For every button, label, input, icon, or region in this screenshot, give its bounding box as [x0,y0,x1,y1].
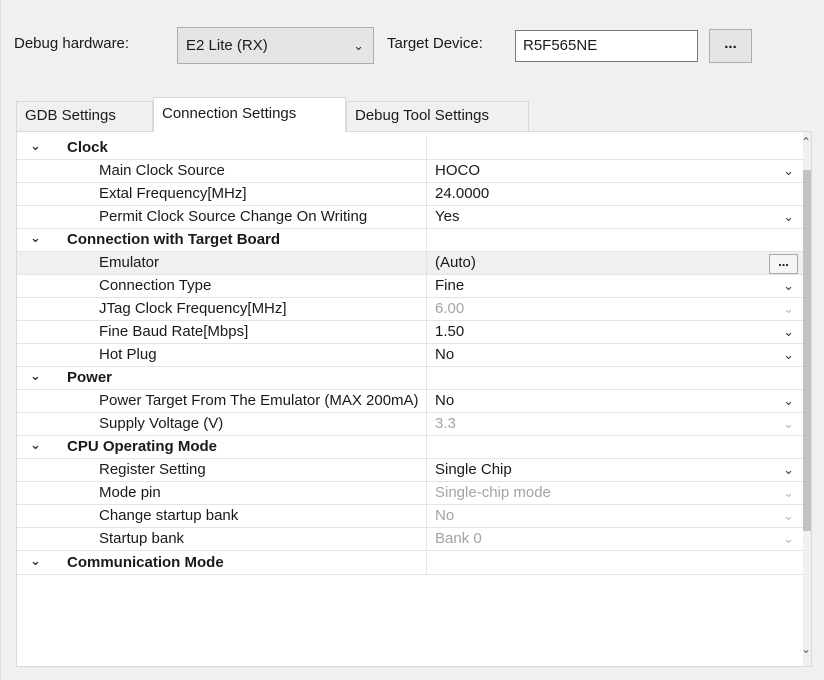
emulator-browse-button[interactable]: ... [769,254,798,274]
category-label: Clock [17,137,427,159]
property-row: Startup bank Bank 0 ⌄ [17,528,804,551]
category-communication-mode[interactable]: ⌄ Communication Mode [17,552,804,575]
property-value: 3.3 [435,415,456,432]
vertical-scrollbar[interactable]: ⌃ ⌄ [801,132,811,666]
chevron-down-icon[interactable]: ⌄ [783,390,794,412]
property-value[interactable]: 24.0000 [435,183,775,205]
target-device-label: Target Device: [387,35,483,52]
chevron-down-icon[interactable]: ⌄ [783,275,794,297]
property-row[interactable]: Emulator (Auto) ... [17,252,804,275]
property-value[interactable]: 1.50 [435,321,775,343]
property-value: Single-chip mode [435,484,551,501]
property-value[interactable]: Fine [435,275,775,297]
chevron-down-icon[interactable]: ⌄ [801,642,811,656]
tab-debug-tool-settings[interactable]: Debug Tool Settings [346,101,529,131]
property-value[interactable]: HOCO [435,160,775,182]
debug-hardware-select[interactable]: E2 Lite (RX) ⌄ [177,27,374,64]
property-row[interactable]: Extal Frequency[MHz] 24.0000 [17,183,804,206]
property-value[interactable]: (Auto) [435,252,775,274]
property-value[interactable]: No [435,344,775,366]
property-name: Emulator [17,252,427,274]
property-row[interactable]: Connection Type Fine ⌄ [17,275,804,298]
debug-hardware-label: Debug hardware: [14,35,130,52]
property-name: Supply Voltage (V) [17,413,427,435]
property-row[interactable]: Permit Clock Source Change On Writing Ye… [17,206,804,229]
category-power[interactable]: ⌄ Power [17,367,804,390]
property-row[interactable]: Fine Baud Rate[Mbps] 1.50 ⌄ [17,321,804,344]
chevron-down-icon: ⌄ [783,531,794,546]
target-device-field[interactable]: R5F565NE [515,30,698,62]
property-value[interactable]: Yes [435,206,775,228]
category-label: Connection with Target Board [17,229,427,251]
chevron-down-icon: ⌄ [783,301,794,316]
property-value: No [435,507,455,524]
chevron-down-icon[interactable]: ⌄ [783,459,794,481]
chevron-down-icon[interactable]: ⌄ [783,321,794,343]
property-name: JTag Clock Frequency[MHz] [17,298,427,320]
category-label: Communication Mode [17,552,427,574]
tab-gdb-settings[interactable]: GDB Settings [16,101,153,131]
property-name: Extal Frequency[MHz] [17,183,427,205]
chevron-down-icon[interactable]: ⌄ [783,344,794,366]
property-value: Bank 0 [435,530,482,547]
property-name: Register Setting [17,459,427,481]
property-row: JTag Clock Frequency[MHz] 6.00 ⌄ [17,298,804,321]
chevron-down-icon: ⌄ [353,38,364,53]
category-clock[interactable]: ⌄ Clock [17,137,804,160]
target-device-browse-button[interactable]: ... [709,29,752,63]
property-name: Hot Plug [17,344,427,366]
category-label: CPU Operating Mode [17,436,427,458]
property-row[interactable]: Hot Plug No ⌄ [17,344,804,367]
property-name: Connection Type [17,275,427,297]
chevron-down-icon: ⌄ [783,485,794,500]
property-grid: ⌄ Clock Main Clock Source HOCO ⌄ Extal F… [16,131,812,667]
property-row[interactable]: Register Setting Single Chip ⌄ [17,459,804,482]
chevron-up-icon[interactable]: ⌃ [801,135,811,149]
tab-connection-settings[interactable]: Connection Settings [153,97,346,132]
property-name: Power Target From The Emulator (MAX 200m… [17,390,427,412]
property-value[interactable]: Single Chip [435,459,775,481]
property-value[interactable]: No [435,390,775,412]
category-connection-with-target-board[interactable]: ⌄ Connection with Target Board [17,229,804,252]
property-row[interactable]: Power Target From The Emulator (MAX 200m… [17,390,804,413]
property-name: Permit Clock Source Change On Writing [17,206,427,228]
property-row: Mode pin Single-chip mode ⌄ [17,482,804,505]
property-name: Fine Baud Rate[Mbps] [17,321,427,343]
property-row[interactable]: Main Clock Source HOCO ⌄ [17,160,804,183]
property-name: Change startup bank [17,505,427,527]
property-name: Mode pin [17,482,427,504]
scrollbar-thumb[interactable] [803,170,811,531]
chevron-down-icon: ⌄ [783,416,794,431]
debug-hardware-value: E2 Lite (RX) [186,37,268,54]
property-name: Startup bank [17,528,427,550]
chevron-down-icon: ⌄ [783,508,794,523]
category-label: Power [17,367,427,389]
property-row: Supply Voltage (V) 3.3 ⌄ [17,413,804,436]
chevron-down-icon[interactable]: ⌄ [783,206,794,228]
property-name: Main Clock Source [17,160,427,182]
property-row: Change startup bank No ⌄ [17,505,804,528]
chevron-down-icon[interactable]: ⌄ [783,160,794,182]
category-cpu-operating-mode[interactable]: ⌄ CPU Operating Mode [17,436,804,459]
connection-settings-panel: Debug hardware: E2 Lite (RX) ⌄ Target De… [0,0,824,680]
property-value: 6.00 [435,300,465,317]
